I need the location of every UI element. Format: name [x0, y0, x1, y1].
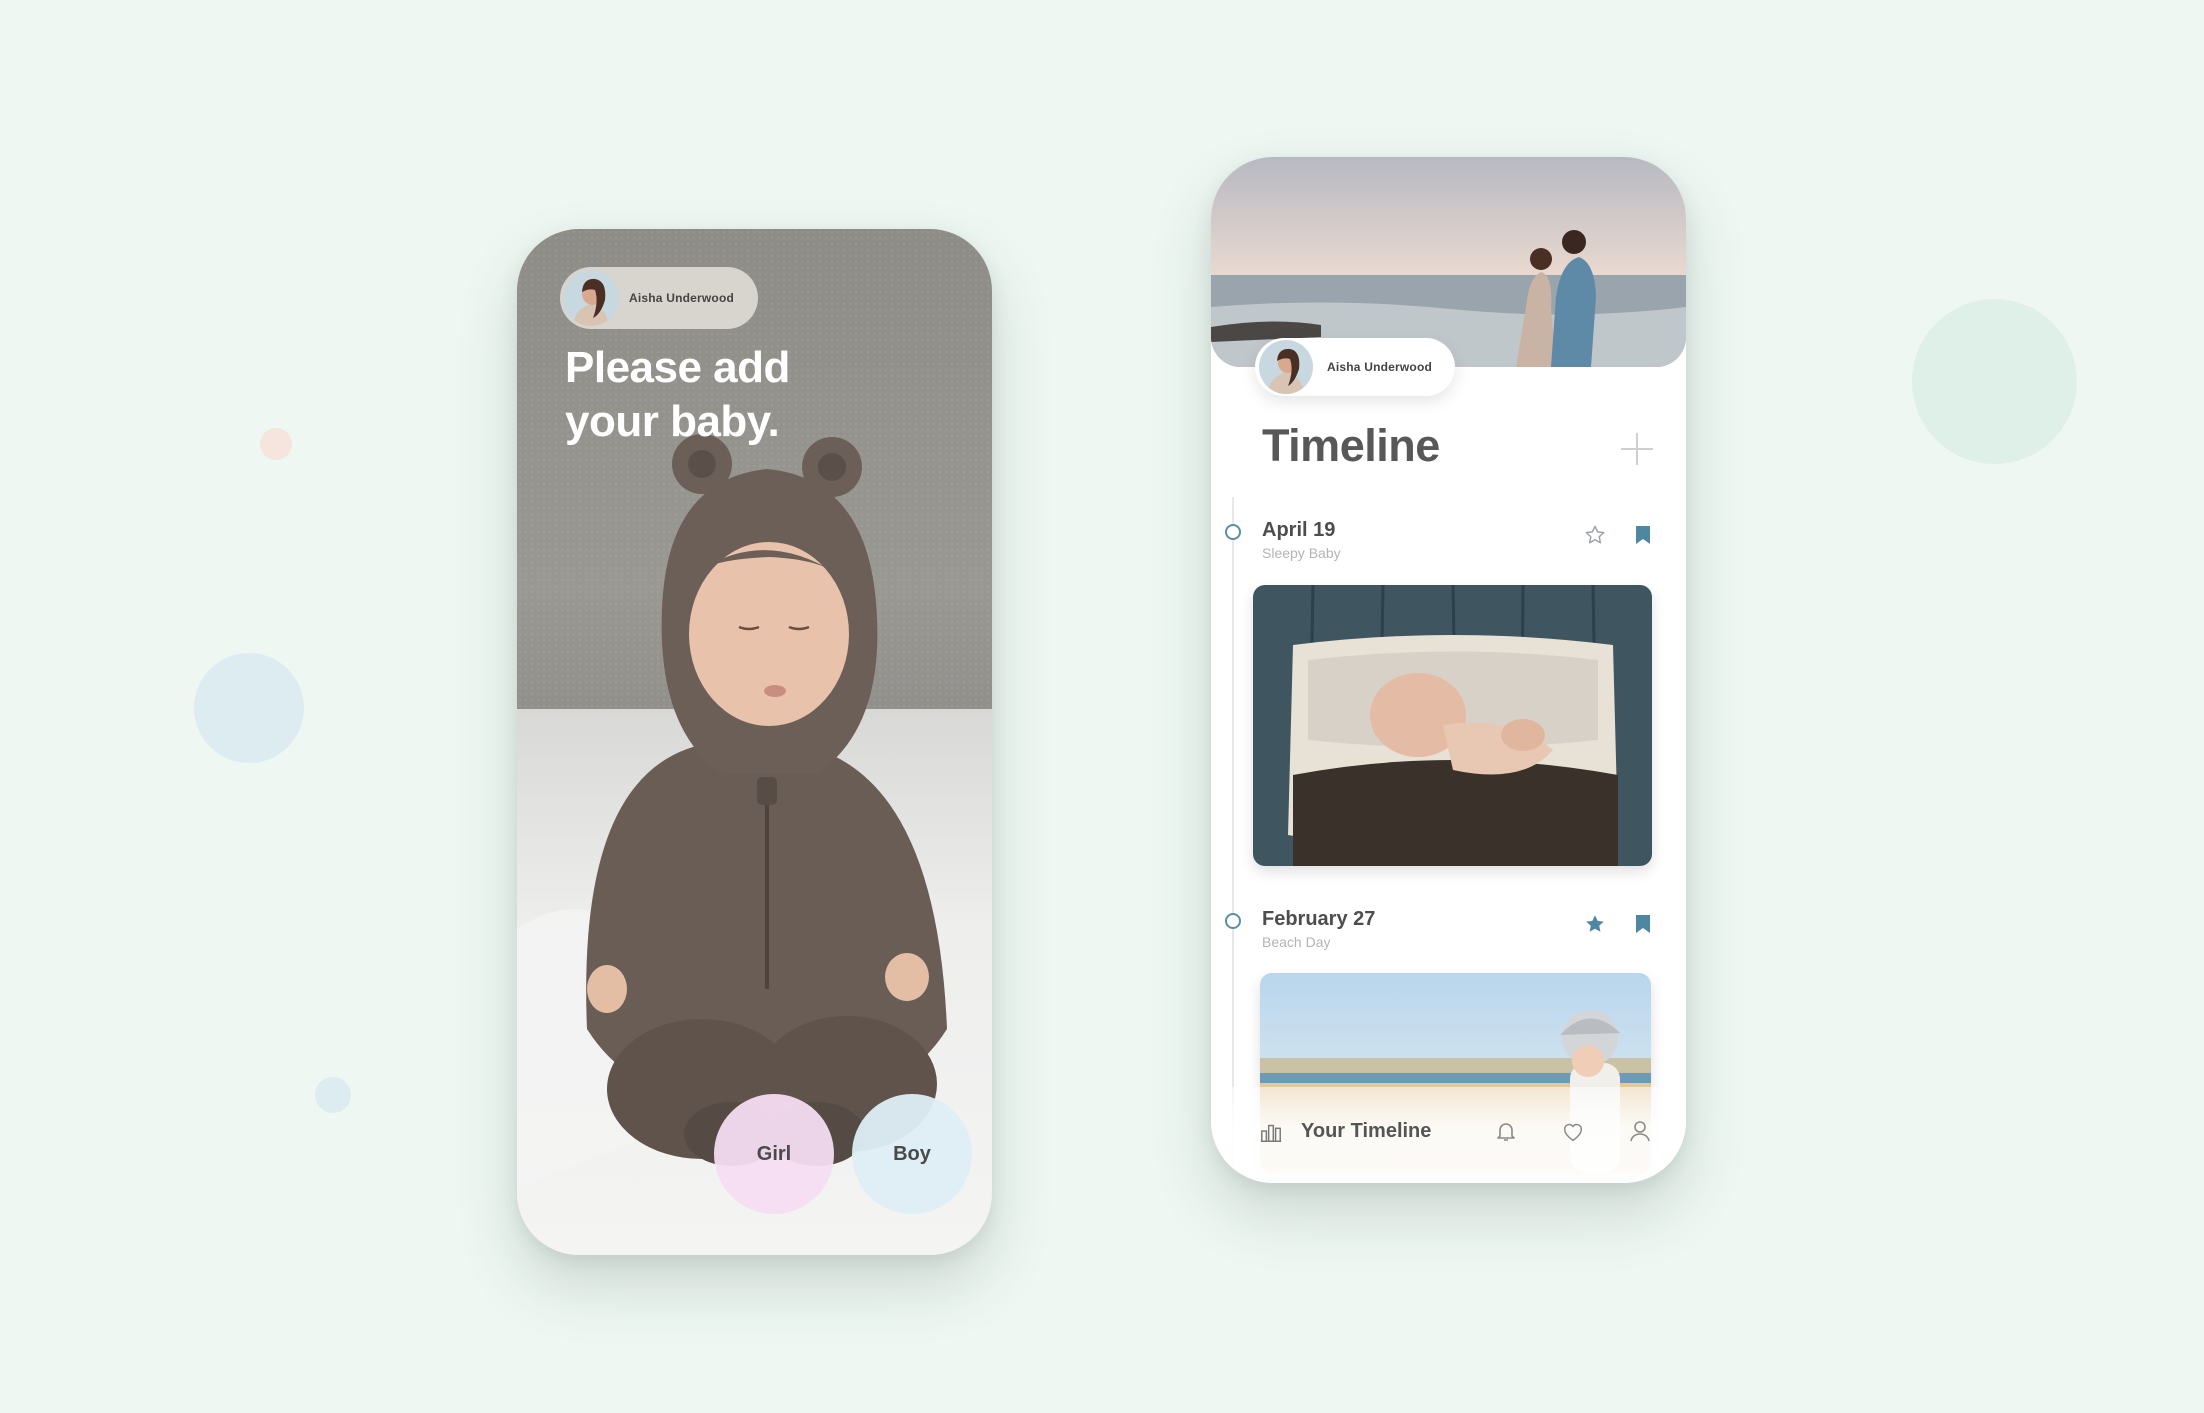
deco-circle-peach — [260, 428, 292, 460]
user-name: Aisha Underwood — [1327, 360, 1433, 374]
timeline-screen: Aisha Underwood Timeline April 19 Sleepy… — [1211, 157, 1686, 1183]
deco-circle-blue-large — [194, 653, 304, 763]
entry-caption: Sleepy Baby — [1262, 545, 1341, 561]
entry-photo-sleepy-baby[interactable] — [1253, 585, 1652, 866]
headline-line-1: Please add — [565, 343, 790, 392]
user-avatar — [1257, 338, 1315, 396]
deco-circle-green — [1912, 299, 2077, 464]
profile-icon[interactable] — [1628, 1119, 1652, 1143]
star-outline-icon[interactable] — [1583, 523, 1607, 547]
cover-photo — [1211, 157, 1686, 367]
bottom-nav: Your Timeline — [1211, 1087, 1686, 1183]
girl-button[interactable]: Girl — [714, 1094, 834, 1214]
plus-icon[interactable] — [1617, 429, 1657, 469]
bell-icon[interactable] — [1494, 1119, 1518, 1143]
star-filled-icon[interactable] — [1583, 912, 1607, 936]
timeline-icon[interactable] — [1259, 1120, 1283, 1144]
timeline-node — [1225, 524, 1241, 540]
bookmark-icon[interactable] — [1631, 912, 1655, 936]
user-avatar — [563, 270, 619, 326]
entry-caption: Beach Day — [1262, 934, 1331, 950]
timeline-node — [1225, 913, 1241, 929]
entry-date: April 19 — [1262, 519, 1336, 541]
add-baby-screen: Aisha Underwood Please add your baby. Gi… — [517, 229, 992, 1255]
boy-label: Boy — [893, 1142, 931, 1165]
add-baby-headline: Please add your baby. — [565, 341, 925, 449]
bookmark-icon[interactable] — [1631, 523, 1655, 547]
timeline-line — [1232, 497, 1234, 1183]
user-name: Aisha Underwood — [629, 291, 735, 305]
user-profile-pill[interactable]: Aisha Underwood — [560, 267, 758, 329]
entry-date: February 27 — [1262, 908, 1376, 930]
deco-circle-blue-small — [315, 1077, 351, 1113]
boy-button[interactable]: Boy — [852, 1094, 972, 1214]
page-title: Timeline — [1262, 420, 1440, 471]
girl-label: Girl — [756, 1142, 792, 1165]
user-profile-pill[interactable]: Aisha Underwood — [1255, 338, 1455, 396]
headline-line-2: your baby. — [565, 397, 780, 446]
nav-active-label[interactable]: Your Timeline — [1301, 1120, 1431, 1143]
heart-icon[interactable] — [1561, 1120, 1585, 1144]
